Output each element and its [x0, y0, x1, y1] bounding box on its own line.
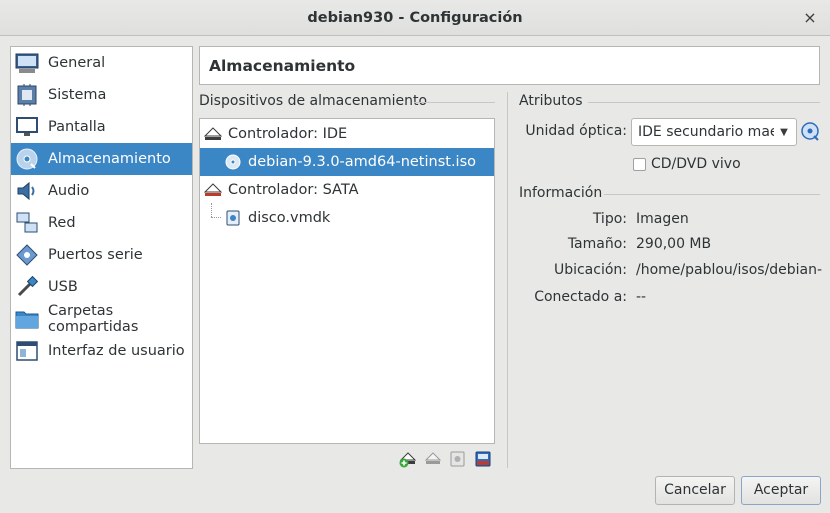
sidebar-item-label: General [48, 55, 106, 71]
sidebar-item-almacenamiento[interactable]: Almacenamiento [11, 143, 192, 175]
attributes-label: Atributos [519, 93, 583, 109]
sidebar-item-general[interactable]: General [11, 47, 192, 79]
tree-item-label: Controlador: IDE [228, 126, 348, 142]
window-titlebar: debian930 - Configuración × [0, 0, 830, 36]
tree-item-label: debian-9.3.0-amd64-netinst.iso [248, 154, 477, 170]
tree-item-label: disco.vmdk [248, 210, 331, 226]
info-attached-label: Conectado a: [534, 289, 627, 305]
sidebar-item-puertos-serie[interactable]: Puertos serie [11, 239, 192, 271]
speaker-icon [15, 179, 39, 203]
sidebar-item-label: Interfaz de usuario [48, 343, 185, 359]
sidebar-item-label: Puertos serie [48, 247, 143, 263]
chip-icon [15, 83, 39, 107]
sidebar-item-label: Almacenamiento [48, 151, 171, 167]
info-type-label: Tipo: [592, 211, 627, 227]
information-divider [604, 194, 820, 195]
window-title: debian930 - Configuración [307, 10, 523, 26]
sidebar-item-audio[interactable]: Audio [11, 175, 192, 207]
serial-port-icon [15, 243, 39, 267]
sidebar-item-carpetas-compartidas[interactable]: Carpetas compartidas [11, 303, 192, 335]
storage-devices-divider [414, 102, 495, 103]
info-type-value: Imagen [636, 211, 689, 227]
accept-button[interactable]: Aceptar [741, 476, 821, 505]
live-cd-checkbox[interactable] [633, 158, 646, 171]
storage-tree: Controlador: IDE debian-9.3.0-amd64-neti… [199, 118, 495, 444]
remove-controller-icon[interactable] [474, 450, 492, 468]
optical-drive-select[interactable]: IDE secundario maestro ▼ [631, 118, 797, 146]
sidebar-item-interfaz-de-usuario[interactable]: Interfaz de usuario [11, 335, 192, 367]
sidebar-item-pantalla[interactable]: Pantalla [11, 111, 192, 143]
tree-item-iso-attachment[interactable]: debian-9.3.0-amd64-netinst.iso [200, 148, 494, 176]
tree-guide-line [211, 217, 221, 218]
tree-item-label: Controlador: SATA [228, 182, 359, 198]
optical-disc-icon [224, 153, 242, 171]
tree-item-vmdk-attachment[interactable]: disco.vmdk [200, 204, 494, 232]
sidebar-item-label: Carpetas compartidas [48, 303, 139, 335]
remove-attachment-icon[interactable] [424, 450, 442, 468]
info-location-label: Ubicación: [553, 262, 627, 278]
info-size-value: 290,00 MB [636, 236, 712, 252]
sidebar-item-label: Sistema [48, 87, 107, 103]
panel-separator [507, 92, 508, 468]
hard-disk-icon [224, 209, 242, 227]
optical-drive-label: Unidad óptica: [525, 123, 627, 139]
storage-disc-icon [15, 147, 39, 171]
choose-disk-icon[interactable] [800, 121, 820, 141]
network-icon [15, 211, 39, 235]
sidebar-item-usb[interactable]: USB [11, 271, 192, 303]
close-icon[interactable]: × [800, 0, 820, 36]
display-icon [15, 115, 39, 139]
sidebar-item-label: Red [48, 215, 76, 231]
usb-icon [15, 275, 39, 299]
sidebar-item-label: Pantalla [48, 119, 106, 135]
page-title: Almacenamiento [199, 46, 820, 85]
add-controller-icon[interactable] [449, 450, 467, 468]
live-cd-label: CD/DVD vivo [651, 156, 741, 172]
info-attached-value: -- [636, 289, 647, 305]
sidebar-item-label: USB [48, 279, 78, 295]
ide-controller-icon [204, 125, 222, 143]
info-size-label: Tamaño: [567, 236, 627, 252]
attributes-divider [588, 102, 820, 103]
cancel-button[interactable]: Cancelar [655, 476, 735, 505]
monitor-general-icon [15, 51, 39, 75]
sidebar-item-label: Audio [48, 183, 90, 199]
sidebar-item-sistema[interactable]: Sistema [11, 79, 192, 111]
information-label: Información [519, 185, 603, 201]
chevron-down-icon: ▼ [780, 126, 788, 138]
tree-item-sata-controller[interactable]: Controlador: SATA [200, 176, 494, 204]
optical-drive-value: IDE secundario maestro [638, 124, 774, 140]
storage-devices-label: Dispositivos de almacenamiento [199, 93, 428, 109]
folder-icon [15, 307, 39, 331]
settings-sidebar: General Sistema Pantalla Almacenamiento … [10, 46, 193, 469]
add-attachment-icon[interactable] [399, 450, 417, 468]
sata-controller-icon [204, 181, 222, 199]
tree-item-ide-controller[interactable]: Controlador: IDE [200, 120, 494, 148]
info-location-value: /home/pablou/isos/debian-... [636, 262, 822, 278]
tree-guide-line [211, 203, 212, 217]
sidebar-item-red[interactable]: Red [11, 207, 192, 239]
window-ui-icon [15, 339, 39, 363]
